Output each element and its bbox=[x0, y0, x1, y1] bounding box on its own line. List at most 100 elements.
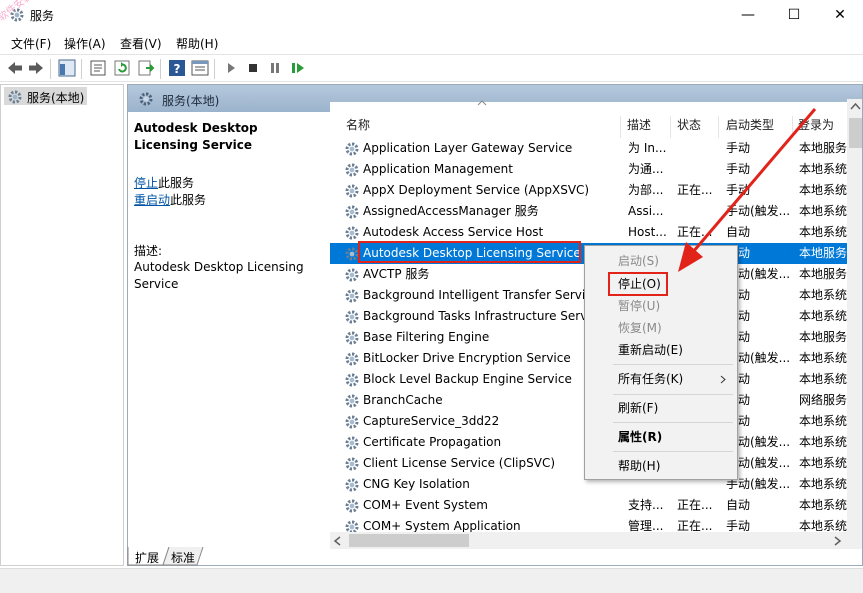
stop-service-link[interactable]: 停止 bbox=[134, 176, 158, 190]
menu-item-properties[interactable]: 属性(R) bbox=[585, 426, 737, 448]
properties-sheet-icon[interactable] bbox=[89, 59, 107, 77]
tree-item-label[interactable]: 服务(本地) bbox=[27, 89, 84, 106]
maximize-button[interactable]: ☐ bbox=[771, 0, 817, 30]
view-tabs: 扩展 标准 bbox=[127, 547, 863, 566]
menu-separator bbox=[613, 451, 733, 452]
service-name: BitLocker Drive Encryption Service bbox=[363, 351, 571, 365]
service-gear-icon bbox=[345, 478, 359, 492]
service-gear-icon bbox=[345, 520, 359, 532]
back-arrow-icon[interactable] bbox=[6, 59, 24, 77]
service-gear-icon bbox=[345, 436, 359, 450]
column-divider[interactable] bbox=[718, 116, 719, 138]
menu-item-all-tasks[interactable]: 所有任务(K) bbox=[585, 368, 737, 390]
close-button[interactable]: ✕ bbox=[817, 0, 863, 30]
service-name: Base Filtering Engine bbox=[363, 330, 490, 344]
vertical-scrollbar[interactable] bbox=[847, 99, 862, 549]
stop-service-row: 停止此服务 bbox=[134, 174, 194, 191]
scroll-left-icon[interactable] bbox=[333, 536, 342, 546]
service-name: Block Level Backup Engine Service bbox=[363, 372, 572, 386]
service-row[interactable]: AppX Deployment Service (AppXSVC) 为部... 正在… bbox=[330, 180, 847, 201]
service-gear-icon bbox=[345, 268, 359, 282]
service-row[interactable]: COM+ System Application 管理... 正在... 手动 本地系统 bbox=[330, 516, 847, 532]
menu-item-resume[interactable]: 恢复(M) bbox=[585, 317, 737, 339]
service-row[interactable]: Application Management 为通... 手动 本地系统 bbox=[330, 159, 847, 180]
restart-service-link[interactable]: 重启动 bbox=[134, 193, 170, 207]
service-description: 管理... bbox=[628, 519, 664, 532]
service-log-on-as: 本地系统 bbox=[799, 225, 847, 239]
service-startup-type: 手动 bbox=[726, 183, 751, 197]
menu-item-start[interactable]: 启动(S) bbox=[585, 250, 737, 272]
service-startup-type: 自动 bbox=[726, 498, 751, 512]
service-log-on-as: 本地系统 bbox=[799, 183, 847, 197]
column-header-log-on-as[interactable]: 登录为 bbox=[798, 116, 834, 138]
service-name: Background Tasks Infrastructure Service bbox=[363, 309, 605, 323]
service-log-on-as: 本地系统 bbox=[799, 288, 847, 302]
column-divider[interactable] bbox=[670, 116, 671, 138]
menu-item-refresh[interactable]: 刷新(F) bbox=[585, 397, 737, 419]
menu-item-help[interactable]: 帮助(H) bbox=[585, 455, 737, 477]
description-label: 描述: bbox=[134, 244, 163, 258]
horizontal-scroll-thumb[interactable] bbox=[349, 534, 469, 547]
column-header-description[interactable]: 描述 bbox=[627, 116, 651, 138]
service-name: COM+ Event System bbox=[363, 498, 488, 512]
scroll-up-icon[interactable] bbox=[850, 102, 861, 111]
show-hide-pane-icon[interactable] bbox=[191, 59, 209, 77]
export-list-icon[interactable] bbox=[137, 59, 155, 77]
window-title: 服务 bbox=[30, 9, 55, 23]
service-gear-icon bbox=[345, 142, 359, 156]
column-header-status[interactable]: 状态 bbox=[677, 116, 701, 138]
service-log-on-as: 本地系统 bbox=[799, 162, 847, 176]
service-startup-type: 手动 bbox=[726, 519, 751, 532]
menu-item-restart[interactable]: 重新启动(E) bbox=[585, 339, 737, 361]
column-divider[interactable] bbox=[620, 116, 621, 138]
restart-service-row: 重启动此服务 bbox=[134, 191, 206, 208]
service-gear-icon bbox=[345, 352, 359, 366]
service-status: 正在... bbox=[677, 225, 713, 239]
service-name: Application Layer Gateway Service bbox=[363, 141, 573, 155]
stop-service-suffix: 此服务 bbox=[158, 176, 195, 190]
menu-action[interactable]: 操作(A) bbox=[64, 35, 106, 52]
service-log-on-as: 本地系统 bbox=[799, 204, 847, 218]
service-gear-icon bbox=[345, 457, 359, 471]
refresh-icon[interactable] bbox=[113, 59, 131, 77]
tab-extended[interactable]: 扩展 bbox=[135, 549, 159, 566]
vertical-scroll-thumb[interactable] bbox=[849, 118, 862, 148]
gear-icon bbox=[8, 90, 22, 104]
service-log-on-as: 本地服务 bbox=[799, 141, 847, 155]
service-row[interactable]: Autodesk Access Service Host Host... 正在...… bbox=[330, 222, 847, 243]
svg-text:?: ? bbox=[174, 62, 181, 76]
service-log-on-as: 本地系统 bbox=[799, 372, 847, 386]
minimize-button[interactable]: — bbox=[725, 0, 771, 30]
pause-service-icon[interactable] bbox=[266, 59, 284, 77]
menu-help[interactable]: 帮助(H) bbox=[176, 35, 218, 52]
service-row[interactable]: AssignedAccessManager 服务 Assi... 手动(触发... 本… bbox=[330, 201, 847, 222]
scroll-right-icon[interactable] bbox=[833, 536, 842, 546]
gear-icon bbox=[139, 92, 153, 106]
service-gear-icon bbox=[345, 499, 359, 513]
column-header-startup-type[interactable]: 启动类型 bbox=[726, 116, 774, 138]
service-log-on-as: 网络服务 bbox=[799, 393, 847, 407]
service-startup-type: 手动 bbox=[726, 141, 751, 155]
help-icon[interactable]: ? bbox=[168, 59, 186, 77]
service-row[interactable]: Application Layer Gateway Service 为 In...… bbox=[330, 138, 847, 159]
start-service-icon[interactable] bbox=[222, 59, 240, 77]
annotation-highlight-service bbox=[358, 241, 581, 263]
service-row[interactable]: COM+ Event System 支持... 正在... 自动 本地系统 bbox=[330, 495, 847, 516]
stop-service-icon[interactable] bbox=[244, 59, 262, 77]
menu-view[interactable]: 查看(V) bbox=[120, 35, 162, 52]
menu-file[interactable]: 文件(F) bbox=[11, 35, 51, 52]
forward-arrow-icon[interactable] bbox=[27, 59, 45, 77]
menu-separator bbox=[613, 364, 733, 365]
service-log-on-as: 本地服务 bbox=[799, 246, 847, 260]
console-tree-icon[interactable] bbox=[58, 59, 76, 77]
service-gear-icon bbox=[345, 331, 359, 345]
sort-ascending-icon bbox=[477, 100, 487, 106]
column-divider[interactable] bbox=[792, 116, 793, 138]
tab-standard[interactable]: 标准 bbox=[171, 549, 195, 566]
menu-item-pause[interactable]: 暂停(U) bbox=[585, 295, 737, 317]
service-gear-icon bbox=[345, 226, 359, 240]
column-header-name[interactable]: 名称 bbox=[346, 116, 370, 138]
restart-service-icon[interactable] bbox=[289, 59, 307, 77]
service-description: 支持... bbox=[628, 498, 664, 512]
service-gear-icon bbox=[345, 415, 359, 429]
